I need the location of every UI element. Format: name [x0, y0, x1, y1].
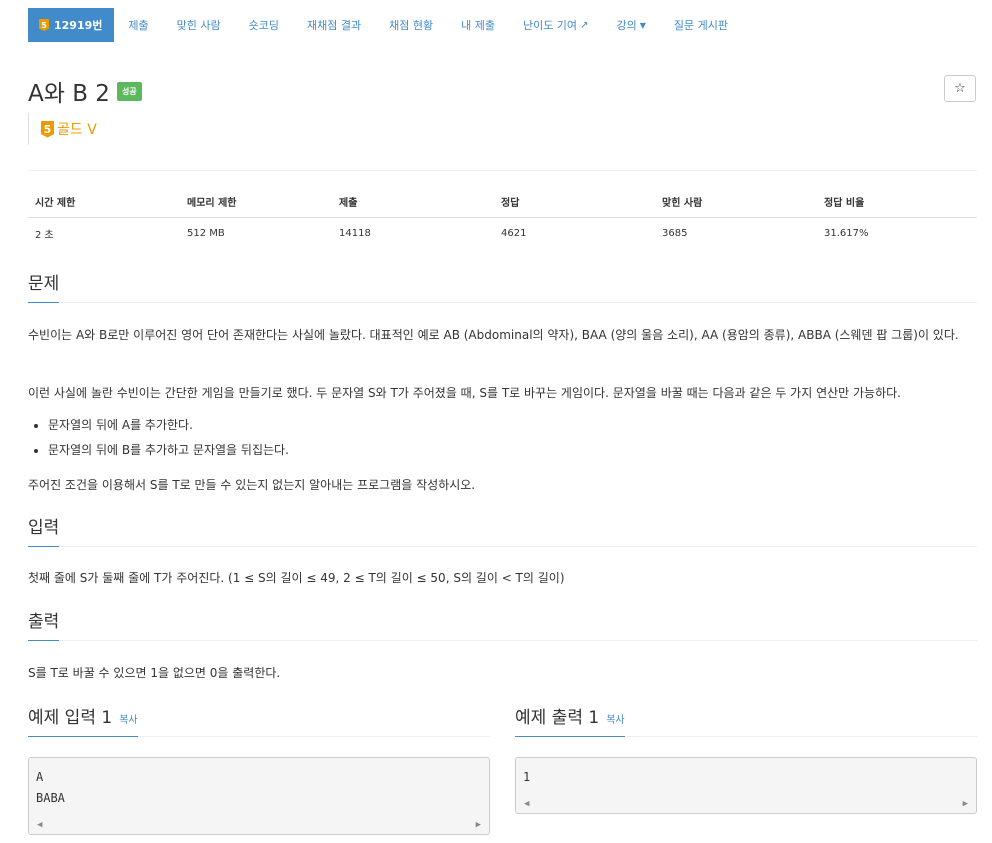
- output-section-header: 출력: [28, 606, 977, 641]
- tab-rejudge-results[interactable]: 재채점 결과: [293, 8, 375, 42]
- tab-difficulty-label: 난이도 기여: [522, 19, 578, 32]
- sample-input-box[interactable]: A BABA ◀ ▶: [28, 757, 490, 835]
- submissions-cell: 14118: [339, 228, 371, 239]
- tab-status[interactable]: 채점 현황: [375, 8, 447, 42]
- problem-info-table: 시간 제한 메모리 제한 제출 정답 맞힌 사람 정답 비율 2 초 512 M…: [28, 186, 977, 249]
- operations-list: 문자열의 뒤에 A를 추가한다. 문자열의 뒤에 B를 추가하고 문자열을 뒤집…: [28, 413, 289, 463]
- problem-section-header: 문제: [28, 268, 977, 303]
- tier-text[interactable]: 골드 V: [57, 119, 97, 139]
- section-heading: 예제 입력 1: [28, 708, 113, 728]
- scroll-right-icon[interactable]: ▶: [476, 820, 481, 830]
- copy-output-link[interactable]: 복사: [606, 711, 624, 726]
- table-header: 정답: [494, 186, 655, 218]
- problem-title: A와 B 2: [28, 81, 110, 107]
- star-button[interactable]: ☆: [944, 75, 976, 102]
- star-icon: ☆: [954, 81, 966, 96]
- sample-heading-wrap: 예제 출력 1 복사: [515, 703, 625, 737]
- caret-down-icon: ▼: [639, 20, 646, 30]
- solvers-cell: 3685: [662, 228, 688, 239]
- divider: [28, 170, 977, 171]
- tab-difficulty-contribution[interactable]: 난이도 기여 ↗: [509, 8, 603, 42]
- tab-problem[interactable]: 5 12919번: [28, 8, 115, 42]
- table-header: 시간 제한: [28, 186, 180, 218]
- tab-lectures-dropdown[interactable]: 강의 ▼: [602, 8, 659, 42]
- section-heading: 입력: [28, 513, 60, 547]
- problem-paragraph: 이런 사실에 놀란 수빈이는 간단한 게임을 만들기로 했다. 두 문자열 S와…: [28, 386, 901, 400]
- scroll-left-icon[interactable]: ◀: [37, 820, 42, 830]
- status-badge: 성공: [116, 81, 142, 101]
- horizontal-scrollbar[interactable]: ◀ ▶: [29, 816, 489, 834]
- tab-solvers[interactable]: 맞힌 사람: [163, 8, 235, 42]
- section-heading: 예제 출력 1: [515, 708, 600, 728]
- sample-output-header: 예제 출력 1 복사: [515, 702, 977, 737]
- scroll-right-icon[interactable]: ▶: [963, 799, 968, 809]
- tier-line: 5 골드 V: [28, 113, 97, 145]
- tab-problem-label: 12919번: [54, 19, 103, 32]
- sample-input-header: 예제 입력 1 복사: [28, 702, 490, 737]
- table-row: 2 초 512 MB 14118 4621 3685 31.617%: [28, 218, 977, 250]
- memory-limit-cell: 512 MB: [187, 228, 225, 239]
- table-header-row: 시간 제한 메모리 제한 제출 정답 맞힌 사람 정답 비율: [28, 186, 977, 218]
- problem-paragraph: 수빈이는 A와 B로만 이루어진 영어 단어 존재한다는 사실에 놀랐다. 대표…: [28, 328, 959, 342]
- tier-badge-icon: 5: [39, 19, 49, 31]
- sample-output-box[interactable]: 1 ◀ ▶: [515, 757, 977, 814]
- table-header: 맞힌 사람: [655, 186, 817, 218]
- sample-output-text: 1: [523, 770, 531, 784]
- tab-short-coding[interactable]: 숏코딩: [235, 8, 293, 42]
- input-description: 첫째 줄에 S가 둘째 줄에 T가 주어진다. (1 ≤ S의 길이 ≤ 49,…: [28, 571, 565, 585]
- list-item: 문자열의 뒤에 B를 추가하고 문자열을 뒤집는다.: [48, 438, 289, 463]
- tab-submit[interactable]: 제출: [114, 8, 162, 42]
- sample-heading-wrap: 예제 입력 1 복사: [28, 703, 138, 737]
- table-header: 메모리 제한: [180, 186, 332, 218]
- problem-nav: 5 12919번 제출 맞힌 사람 숏코딩 재채점 결과 채점 현황 내 제출 …: [28, 8, 742, 42]
- problem-title-row: A와 B 2 성공: [28, 74, 142, 108]
- tab-question-board[interactable]: 질문 게시판: [660, 8, 742, 42]
- list-item: 문자열의 뒤에 A를 추가한다.: [48, 413, 289, 438]
- input-section-header: 입력: [28, 512, 977, 547]
- accepted-cell: 4621: [501, 228, 527, 239]
- scroll-left-icon[interactable]: ◀: [524, 799, 529, 809]
- section-heading: 출력: [28, 607, 60, 641]
- copy-input-link[interactable]: 복사: [119, 711, 137, 726]
- tab-my-submissions[interactable]: 내 제출: [447, 8, 509, 42]
- horizontal-scrollbar[interactable]: ◀ ▶: [516, 795, 976, 813]
- output-description: S를 T로 바꿀 수 있으면 1을 없으면 0을 출력한다.: [28, 666, 281, 680]
- time-limit-cell: 2 초: [35, 230, 54, 241]
- section-heading: 문제: [28, 269, 60, 303]
- table-header: 제출: [332, 186, 494, 218]
- tier-badge-icon: 5: [41, 120, 54, 138]
- sample-input-text: A BABA: [36, 770, 65, 805]
- table-header: 정답 비율: [817, 186, 977, 218]
- problem-paragraph: 주어진 조건을 이용해서 S를 T로 만들 수 있는지 없는지 알아내는 프로그…: [28, 478, 476, 492]
- tab-lectures-label: 강의: [616, 19, 637, 32]
- accept-ratio-cell: 31.617%: [824, 228, 869, 239]
- external-link-icon: ↗: [580, 19, 589, 31]
